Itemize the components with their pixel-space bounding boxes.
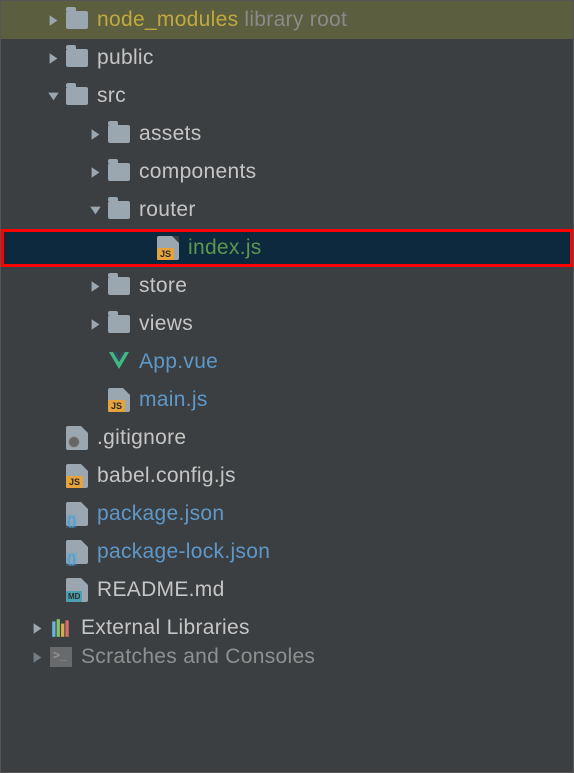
chevron-right-icon[interactable] — [85, 318, 105, 331]
chevron-right-icon[interactable] — [85, 166, 105, 179]
tree-item-main-js[interactable]: main.js — [1, 381, 573, 419]
tree-item-label: babel.config.js — [97, 464, 236, 488]
tree-item-package-json[interactable]: package.json — [1, 495, 573, 533]
tree-item-node-modules[interactable]: node_modules library root — [1, 1, 573, 39]
tree-item-assets[interactable]: assets — [1, 115, 573, 153]
tree-item-label: index.js — [188, 236, 262, 260]
vue-file-icon — [105, 351, 133, 373]
tree-item-label: Scratches and Consoles — [81, 647, 315, 667]
folder-icon — [105, 163, 133, 181]
folder-icon — [105, 277, 133, 295]
tree-item-public[interactable]: public — [1, 39, 573, 77]
tree-item-label: README.md — [97, 578, 225, 602]
chevron-right-icon[interactable] — [27, 651, 47, 664]
tree-item-gitignore[interactable]: .gitignore — [1, 419, 573, 457]
gitignore-file-icon — [63, 426, 91, 450]
chevron-right-icon[interactable] — [85, 128, 105, 141]
tree-item-label: store — [139, 274, 187, 298]
folder-icon — [63, 87, 91, 105]
tree-item-package-lock[interactable]: package-lock.json — [1, 533, 573, 571]
js-file-icon — [105, 388, 133, 412]
markdown-file-icon — [63, 578, 91, 602]
folder-icon — [105, 201, 133, 219]
tree-item-label: src — [97, 84, 126, 108]
chevron-right-icon[interactable] — [43, 14, 63, 27]
tree-item-label: package.json — [97, 502, 224, 526]
tree-item-app-vue[interactable]: App.vue — [1, 343, 573, 381]
js-file-icon — [63, 464, 91, 488]
tree-item-scratches[interactable]: Scratches and Consoles — [1, 647, 573, 667]
tree-item-suffix: library root — [244, 8, 347, 32]
tree-item-label: assets — [139, 122, 202, 146]
tree-item-readme[interactable]: README.md — [1, 571, 573, 609]
chevron-right-icon[interactable] — [27, 622, 47, 635]
tree-item-index-js[interactable]: index.js — [1, 229, 573, 267]
chevron-down-icon[interactable] — [85, 204, 105, 217]
tree-item-label: node_modules — [97, 8, 238, 32]
chevron-right-icon[interactable] — [85, 280, 105, 293]
folder-icon — [105, 315, 133, 333]
tree-item-router[interactable]: router — [1, 191, 573, 229]
scratches-icon — [47, 647, 75, 667]
tree-item-external-libraries[interactable]: External Libraries — [1, 609, 573, 647]
tree-item-label: External Libraries — [81, 616, 250, 640]
folder-icon — [63, 49, 91, 67]
json-file-icon — [63, 502, 91, 526]
tree-item-label: main.js — [139, 388, 208, 412]
chevron-right-icon[interactable] — [43, 52, 63, 65]
tree-item-views[interactable]: views — [1, 305, 573, 343]
js-file-icon — [154, 236, 182, 260]
folder-icon — [105, 125, 133, 143]
project-tree: node_modules library root public src ass… — [1, 1, 573, 667]
tree-item-label: package-lock.json — [97, 540, 270, 564]
tree-item-label: views — [139, 312, 193, 336]
tree-item-components[interactable]: components — [1, 153, 573, 191]
tree-item-label: .gitignore — [97, 426, 186, 450]
tree-item-label: App.vue — [139, 350, 218, 374]
tree-item-store[interactable]: store — [1, 267, 573, 305]
tree-item-src[interactable]: src — [1, 77, 573, 115]
json-file-icon — [63, 540, 91, 564]
tree-item-label: components — [139, 160, 256, 184]
tree-item-label: public — [97, 46, 154, 70]
chevron-down-icon[interactable] — [43, 90, 63, 103]
folder-icon — [63, 11, 91, 29]
tree-item-label: router — [139, 198, 196, 222]
library-icon — [47, 617, 75, 639]
tree-item-babel-config[interactable]: babel.config.js — [1, 457, 573, 495]
